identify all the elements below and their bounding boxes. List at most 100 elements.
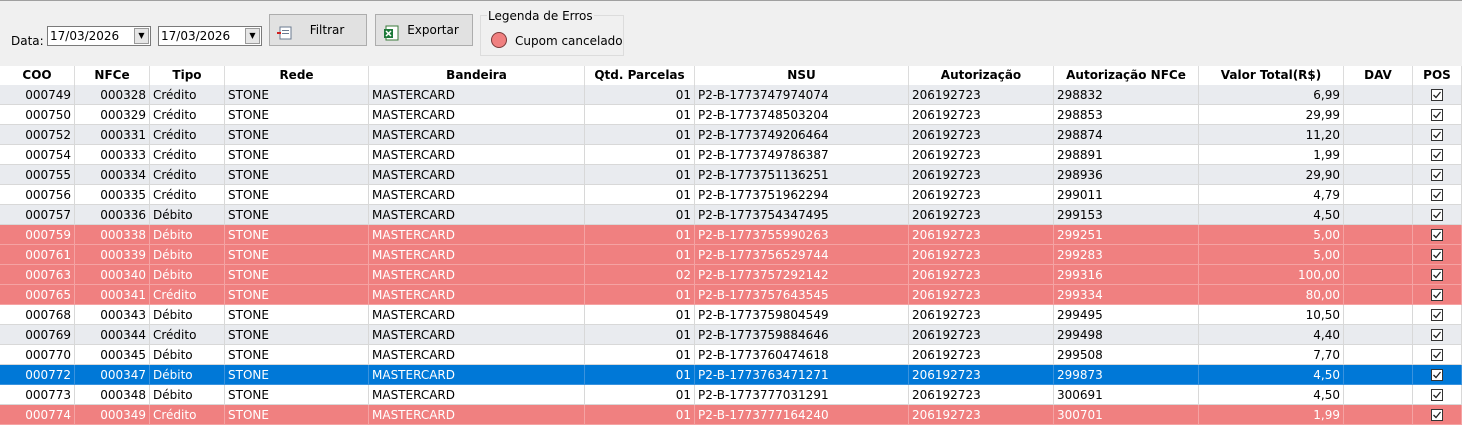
cell-autorizacao: 206192723 [909,205,1054,225]
cell-valor-total: 7,70 [1199,345,1344,365]
cell-autorizacao-nfce: 299011 [1054,185,1199,205]
date-to-picker[interactable]: 17/03/2026 ▼ [158,26,262,46]
table-row[interactable]: 000757 000336 Débito STONE MASTERCARD 01 P2-B-… [0,205,1462,225]
cell-bandeira: MASTERCARD [369,405,585,425]
table-row[interactable]: 000759 000338 Débito STONE MASTERCARD 01 P2-B-… [0,225,1462,245]
cell-coo: 000749 [0,85,75,105]
cell-bandeira: MASTERCARD [369,165,585,185]
checkbox-icon[interactable] [1431,329,1443,341]
cell-autorizacao: 206192723 [909,285,1054,305]
checkbox-icon[interactable] [1431,149,1443,161]
cell-autorizacao: 206192723 [909,385,1054,405]
cell-qtd-parcelas: 01 [585,225,695,245]
column-header-nfce[interactable]: NFCe [75,66,150,85]
checkbox-icon[interactable] [1431,349,1443,361]
cell-pos[interactable] [1413,285,1462,305]
cell-pos[interactable] [1413,325,1462,345]
checkbox-icon[interactable] [1431,269,1443,281]
checkbox-icon[interactable] [1431,209,1443,221]
cell-autorizacao-nfce: 299251 [1054,225,1199,245]
table-row[interactable]: 000763 000340 Débito STONE MASTERCARD 02 P2-B-… [0,265,1462,285]
filter-button[interactable]: Filtrar [269,14,367,46]
cell-autorizacao-nfce: 299283 [1054,245,1199,265]
table-row[interactable]: 000769 000344 Crédito STONE MASTERCARD 01 P2-B… [0,325,1462,345]
table-row[interactable]: 000750 000329 Crédito STONE MASTERCARD 01 P2-B… [0,105,1462,125]
cell-dav [1344,285,1413,305]
column-header-qtd-parcelas[interactable]: Qtd. Parcelas [585,66,695,85]
cell-dav [1344,145,1413,165]
cell-rede: STONE [225,245,369,265]
cell-autorizacao: 206192723 [909,305,1054,325]
table-row[interactable]: 000773 000348 Débito STONE MASTERCARD 01 P2-B-… [0,385,1462,405]
cell-autorizacao-nfce: 300701 [1054,405,1199,425]
date-from-picker[interactable]: 17/03/2026 ▼ [47,26,151,46]
cell-pos[interactable] [1413,205,1462,225]
column-header-nsu[interactable]: NSU [695,66,909,85]
cell-pos[interactable] [1413,85,1462,105]
checkbox-icon[interactable] [1431,129,1443,141]
cell-pos[interactable] [1413,245,1462,265]
cell-coo: 000759 [0,225,75,245]
column-header-coo[interactable]: COO [0,66,75,85]
cell-pos[interactable] [1413,105,1462,125]
checkbox-icon[interactable] [1431,409,1443,421]
cell-autorizacao-nfce: 298891 [1054,145,1199,165]
cell-pos[interactable] [1413,125,1462,145]
cell-pos[interactable] [1413,365,1462,385]
cell-tipo: Crédito [150,185,225,205]
table-row[interactable]: 000772 000347 Débito STONE MASTERCARD 01 P2-B-… [0,365,1462,385]
table-row[interactable]: 000761 000339 Débito STONE MASTERCARD 01 P2-B-… [0,245,1462,265]
cell-autorizacao-nfce: 299498 [1054,325,1199,345]
chevron-down-icon[interactable]: ▼ [134,28,149,44]
checkbox-icon[interactable] [1431,89,1443,101]
cell-pos[interactable] [1413,165,1462,185]
checkbox-icon[interactable] [1431,249,1443,261]
cell-bandeira: MASTERCARD [369,225,585,245]
table-row[interactable]: 000754 000333 Crédito STONE MASTERCARD 01 P2-B… [0,145,1462,165]
table-row[interactable]: 000756 000335 Crédito STONE MASTERCARD 01 P2-B… [0,185,1462,205]
table-row[interactable]: 000765 000341 Crédito STONE MASTERCARD 01 P2-B… [0,285,1462,305]
table-row[interactable]: 000774 000349 Crédito STONE MASTERCARD 01 P2-B… [0,405,1462,425]
checkbox-icon[interactable] [1431,389,1443,401]
cell-pos[interactable] [1413,305,1462,325]
checkbox-icon[interactable] [1431,109,1443,121]
column-header-rede[interactable]: Rede [225,66,369,85]
column-header-valor-total[interactable]: Valor Total(R$) [1199,66,1344,85]
table-row[interactable]: 000770 000345 Débito STONE MASTERCARD 01 P2-B-… [0,345,1462,365]
cell-rede: STONE [225,105,369,125]
cell-rede: STONE [225,365,369,385]
column-header-tipo[interactable]: Tipo [150,66,225,85]
table-row[interactable]: 000755 000334 Crédito STONE MASTERCARD 01 P2-B… [0,165,1462,185]
cell-pos[interactable] [1413,385,1462,405]
checkbox-icon[interactable] [1431,369,1443,381]
cell-bandeira: MASTERCARD [369,205,585,225]
date-label: Data: [11,34,44,48]
cell-pos[interactable] [1413,185,1462,205]
cell-qtd-parcelas: 01 [585,205,695,225]
cell-tipo: Débito [150,245,225,265]
cell-pos[interactable] [1413,145,1462,165]
column-header-autorizacao-nfce[interactable]: Autorização NFCe [1054,66,1199,85]
cell-pos[interactable] [1413,265,1462,285]
table-row[interactable]: 000749 000328 Crédito STONE MASTERCARD 01 P2-B… [0,85,1462,105]
column-header-pos[interactable]: POS [1413,66,1462,85]
checkbox-icon[interactable] [1431,289,1443,301]
checkbox-icon[interactable] [1431,309,1443,321]
cell-pos[interactable] [1413,225,1462,245]
cell-qtd-parcelas: 01 [585,85,695,105]
checkbox-icon[interactable] [1431,169,1443,181]
chevron-down-icon[interactable]: ▼ [245,28,260,44]
checkbox-icon[interactable] [1431,229,1443,241]
cell-qtd-parcelas: 01 [585,385,695,405]
checkbox-icon[interactable] [1431,189,1443,201]
column-header-autorizacao[interactable]: Autorização [909,66,1054,85]
cell-pos[interactable] [1413,345,1462,365]
table-row[interactable]: 000768 000343 Débito STONE MASTERCARD 01 P2-B-… [0,305,1462,325]
cell-pos[interactable] [1413,405,1462,425]
table-row[interactable]: 000752 000331 Crédito STONE MASTERCARD 01 P2-B… [0,125,1462,145]
column-header-bandeira[interactable]: Bandeira [369,66,585,85]
cell-nsu: P2-B-1773763471271 [695,365,909,385]
date-to-value: 17/03/2026 [161,29,231,43]
column-header-dav[interactable]: DAV [1344,66,1413,85]
export-button[interactable]: Exportar [375,14,473,46]
